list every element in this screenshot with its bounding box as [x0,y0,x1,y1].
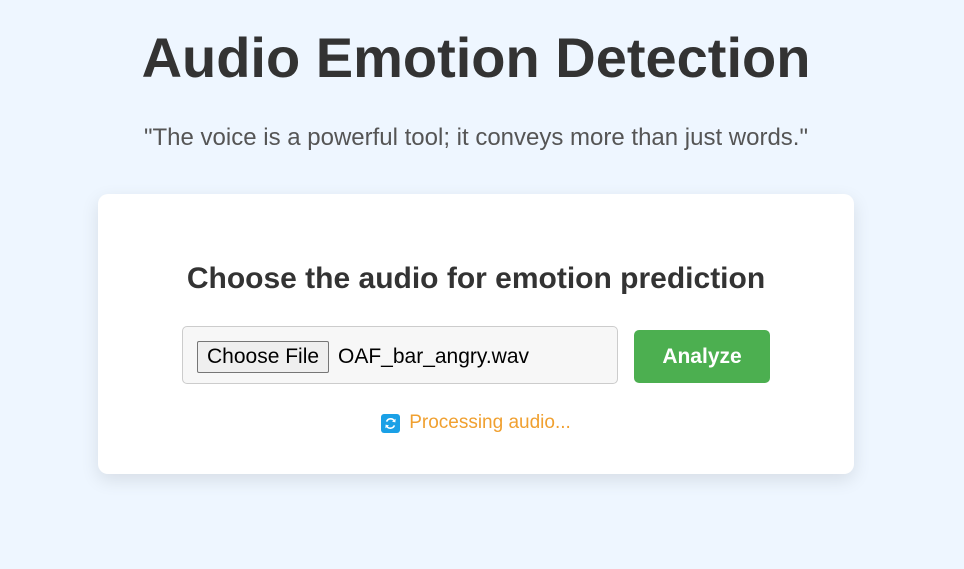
upload-card: Choose the audio for emotion prediction … [98,194,854,474]
status-text: Processing audio... [409,412,571,433]
page-quote: "The voice is a powerful tool; it convey… [144,124,808,151]
card-heading: Choose the audio for emotion prediction [186,262,766,295]
page: Audio Emotion Detection "The voice is a … [0,0,964,569]
selected-file-name: OAF_bar_angry.wav [338,345,530,368]
page-title: Audio Emotion Detection [141,26,811,89]
processing-status: Processing audio... [98,410,854,441]
analyze-button[interactable]: Analyze [634,330,770,383]
refresh-icon [381,413,401,433]
choose-file-button[interactable]: Choose File [197,341,330,373]
file-input[interactable]: Choose File OAF_bar_angry.wav [182,326,618,384]
